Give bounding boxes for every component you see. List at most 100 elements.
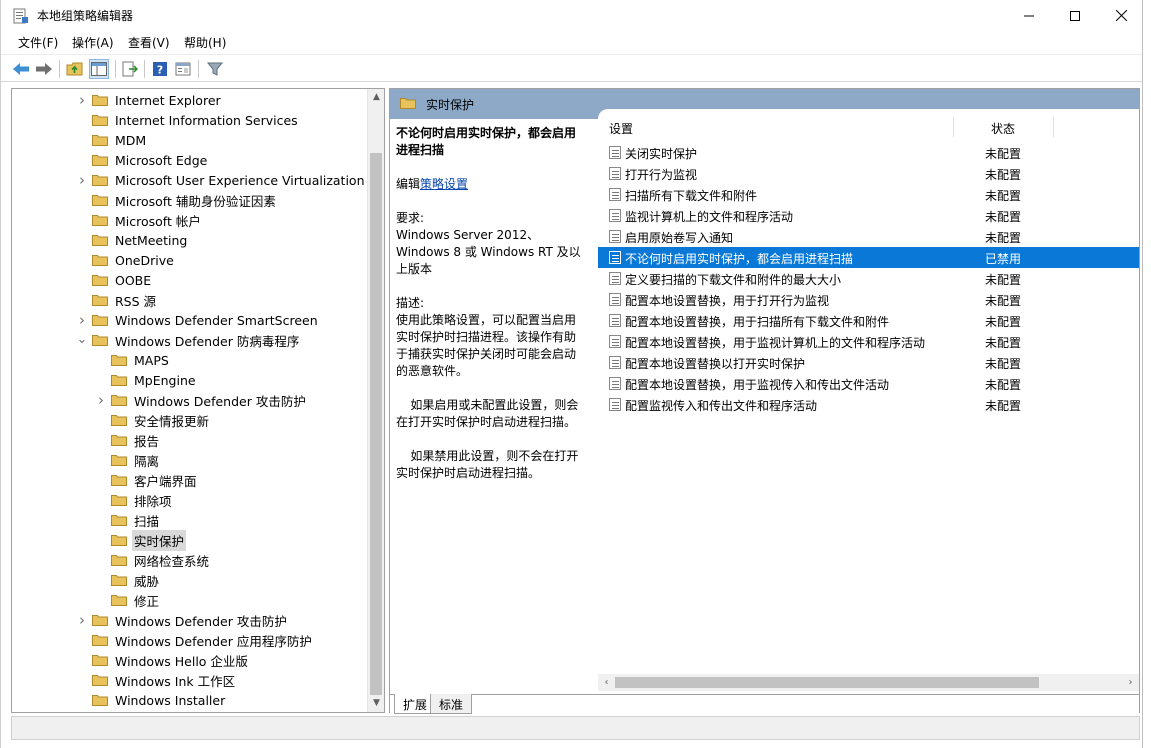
main-window: 本地组策略编辑器 文件(F) 操作(A) 查看(V) 帮助(H) ? › Int… bbox=[0, 0, 1143, 748]
chevron-right-icon[interactable]: › bbox=[76, 171, 88, 189]
scroll-down-arrow-icon[interactable]: ▼ bbox=[368, 695, 384, 712]
tree-node[interactable]: ⌄ Windows Defender 防病毒程序 bbox=[76, 330, 301, 350]
folder-icon bbox=[92, 135, 108, 146]
up-one-level-button[interactable] bbox=[65, 59, 85, 79]
policy-row[interactable]: 关闭实时保护 未配置 bbox=[598, 142, 1139, 163]
policy-row[interactable]: 配置本地设置替换，用于扫描所有下载文件和附件 未配置 bbox=[598, 310, 1139, 331]
policy-state: 未配置 bbox=[985, 273, 1022, 287]
tree-node-label: Internet Explorer bbox=[115, 92, 221, 108]
chevron-right-icon[interactable]: › bbox=[76, 91, 88, 109]
tree-node[interactable]: Windows Defender 应用程序防护 bbox=[76, 630, 314, 650]
policy-row[interactable]: 监视计算机上的文件和程序活动 未配置 bbox=[598, 205, 1139, 226]
tree-node[interactable]: NetMeeting bbox=[76, 230, 189, 250]
tree-scroll-thumb[interactable] bbox=[370, 153, 382, 695]
tree-node[interactable]: MDM bbox=[76, 130, 148, 150]
description-disabled-text: 如果禁用此设置，则不会在打开实时保护时启动进程扫描。 bbox=[396, 449, 579, 480]
policy-setting-icon bbox=[609, 146, 621, 159]
scroll-left-arrow-icon[interactable]: ‹ bbox=[598, 674, 615, 691]
list-horizontal-scrollbar[interactable]: ‹ › bbox=[598, 674, 1139, 691]
tree-node[interactable]: OneDrive bbox=[76, 250, 176, 270]
chevron-down-icon[interactable]: ⌄ bbox=[76, 333, 88, 346]
tree-node[interactable]: 扫描 bbox=[95, 510, 161, 530]
tree-node[interactable]: OOBE bbox=[76, 270, 153, 290]
policy-name: 扫描所有下载文件和附件 bbox=[625, 189, 758, 203]
policy-state: 未配置 bbox=[985, 294, 1022, 308]
menu-action[interactable]: 操作(A) bbox=[72, 34, 114, 51]
show-hide-tree-button[interactable] bbox=[89, 59, 109, 79]
tree-node[interactable]: Microsoft 帐户 bbox=[76, 210, 203, 230]
back-button[interactable] bbox=[11, 59, 31, 79]
chevron-right-icon[interactable]: › bbox=[76, 611, 88, 629]
tree-node[interactable]: Internet Information Services bbox=[76, 110, 300, 130]
tree-node[interactable]: Windows Hello 企业版 bbox=[76, 650, 250, 670]
tree-node[interactable]: MpEngine bbox=[95, 370, 198, 390]
menu-help[interactable]: 帮助(H) bbox=[184, 34, 226, 51]
policy-row[interactable]: 配置本地设置替换，用于打开行为监视 未配置 bbox=[598, 289, 1139, 310]
maximize-button[interactable] bbox=[1052, 0, 1098, 31]
scroll-up-arrow-icon[interactable]: ▲ bbox=[368, 89, 384, 106]
tree-node[interactable]: › Windows Defender 攻击防护 bbox=[95, 390, 308, 410]
policy-setting-icon bbox=[609, 377, 621, 390]
close-button[interactable] bbox=[1098, 0, 1144, 31]
tree-node[interactable]: 实时保护 bbox=[95, 529, 187, 551]
tree-node-label: 隔离 bbox=[134, 453, 160, 469]
tree-node[interactable]: 安全情报更新 bbox=[95, 410, 211, 430]
forward-button[interactable] bbox=[34, 59, 54, 79]
tree-node[interactable]: 报告 bbox=[95, 430, 161, 450]
tree-node[interactable]: › Internet Explorer bbox=[76, 90, 223, 110]
chevron-right-icon[interactable]: › bbox=[95, 391, 107, 409]
edit-policy-link[interactable]: 策略设置 bbox=[420, 177, 468, 191]
tree-node[interactable]: 修正 bbox=[95, 590, 161, 610]
policy-row[interactable]: 打开行为监视 未配置 bbox=[598, 163, 1139, 184]
policy-row[interactable]: 启用原始卷写入通知 未配置 bbox=[598, 226, 1139, 247]
policy-state: 未配置 bbox=[985, 210, 1022, 224]
chevron-right-icon[interactable]: › bbox=[76, 311, 88, 329]
tree-vertical-scrollbar[interactable]: ▲ ▼ bbox=[367, 89, 384, 712]
tree-node[interactable]: › Windows Defender 攻击防护 bbox=[76, 610, 289, 630]
menu-bar: 文件(F) 操作(A) 查看(V) 帮助(H) bbox=[1, 31, 1142, 53]
tree-node[interactable]: MAPS bbox=[95, 350, 171, 370]
tree-node[interactable]: RSS 源 bbox=[76, 290, 158, 310]
tree-node[interactable]: Microsoft Edge bbox=[76, 150, 209, 170]
folder-icon bbox=[111, 415, 127, 426]
tree-node[interactable]: Windows Ink 工作区 bbox=[76, 670, 237, 690]
tree-node-label: OneDrive bbox=[115, 252, 174, 268]
tree-node[interactable]: Windows Installer bbox=[76, 690, 227, 710]
policy-row[interactable]: 配置本地设置替换，用于监视传入和传出文件活动 未配置 bbox=[598, 373, 1139, 394]
minimize-button[interactable] bbox=[1006, 0, 1052, 31]
tree-node[interactable]: 隔离 bbox=[95, 450, 161, 470]
policy-setting-icon bbox=[609, 209, 621, 222]
policy-row[interactable]: 不论何时启用实时保护，都会启用进程扫描 已禁用 bbox=[598, 247, 1139, 268]
filter-button[interactable] bbox=[205, 59, 225, 79]
tree-pane[interactable]: › Internet Explorer Internet Information S… bbox=[11, 88, 385, 713]
scroll-right-arrow-icon[interactable]: › bbox=[1122, 674, 1139, 691]
policy-state: 未配置 bbox=[985, 231, 1022, 245]
export-list-button[interactable] bbox=[120, 59, 140, 79]
tree-node[interactable]: 威胁 bbox=[95, 570, 161, 590]
maximize-icon bbox=[1070, 10, 1080, 21]
policy-setting-icon bbox=[609, 398, 621, 411]
properties-button[interactable] bbox=[173, 59, 193, 79]
policy-row[interactable]: 配置本地设置替换以打开实时保护 未配置 bbox=[598, 352, 1139, 373]
policy-row[interactable]: 定义要扫描的下载文件和附件的最大大小 未配置 bbox=[598, 268, 1139, 289]
help-button[interactable]: ? bbox=[150, 59, 170, 79]
tree-node[interactable]: › Windows Defender SmartScreen bbox=[76, 310, 320, 330]
policy-row[interactable]: 扫描所有下载文件和附件 未配置 bbox=[598, 184, 1139, 205]
tree-node[interactable]: › Microsoft User Experience Virtualizatio… bbox=[76, 170, 367, 190]
tree-node[interactable]: 网络检查系统 bbox=[95, 550, 211, 570]
tree-node[interactable]: Microsoft 辅助身份验证因素 bbox=[76, 190, 278, 210]
policy-state: 未配置 bbox=[985, 189, 1022, 203]
column-header-state[interactable]: 状态 bbox=[991, 120, 1015, 137]
tab-standard[interactable]: 标准 bbox=[430, 694, 473, 714]
menu-view[interactable]: 查看(V) bbox=[128, 34, 170, 51]
list-scroll-thumb[interactable] bbox=[615, 677, 1039, 688]
tree-node[interactable]: 排除项 bbox=[95, 490, 174, 510]
tree-node[interactable]: 客户端界面 bbox=[95, 470, 199, 490]
menu-file[interactable]: 文件(F) bbox=[18, 34, 58, 51]
policy-row[interactable]: 配置本地设置替换，用于监视计算机上的文件和程序活动 未配置 bbox=[598, 331, 1139, 352]
export-list-icon bbox=[122, 61, 138, 77]
column-header-setting[interactable]: 设置 bbox=[609, 120, 633, 137]
policy-row[interactable]: 配置监视传入和传出文件和程序活动 未配置 bbox=[598, 394, 1139, 415]
folder-icon bbox=[111, 435, 127, 446]
folder-icon bbox=[92, 695, 108, 706]
